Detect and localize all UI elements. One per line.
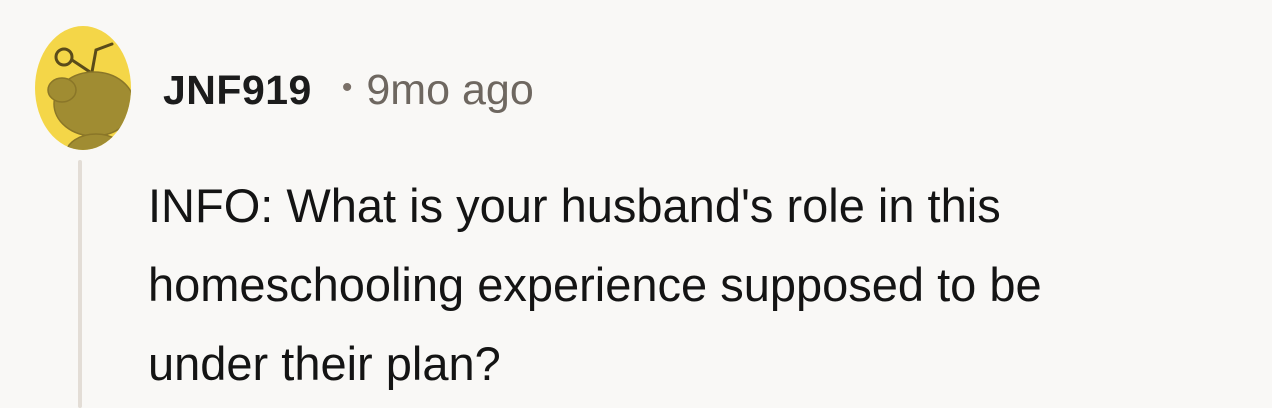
thread-line[interactable] — [78, 160, 82, 408]
comment-meta: JNF919 • 9mo ago — [163, 62, 534, 118]
comment-author-username[interactable]: JNF919 — [163, 67, 312, 114]
comment-body-line: under their plan? — [148, 337, 501, 390]
comment-body-line: INFO: What is your husband's role in thi… — [148, 179, 1001, 232]
comment-body: INFO: What is your husband's role in thi… — [148, 166, 1258, 403]
reddit-snoo-avatar-icon — [35, 26, 131, 150]
comment-timestamp[interactable]: 9mo ago — [366, 66, 533, 115]
comment-body-line: homeschooling experience supposed to be — [148, 258, 1042, 311]
meta-separator: • — [341, 71, 353, 104]
user-avatar[interactable] — [34, 24, 132, 152]
